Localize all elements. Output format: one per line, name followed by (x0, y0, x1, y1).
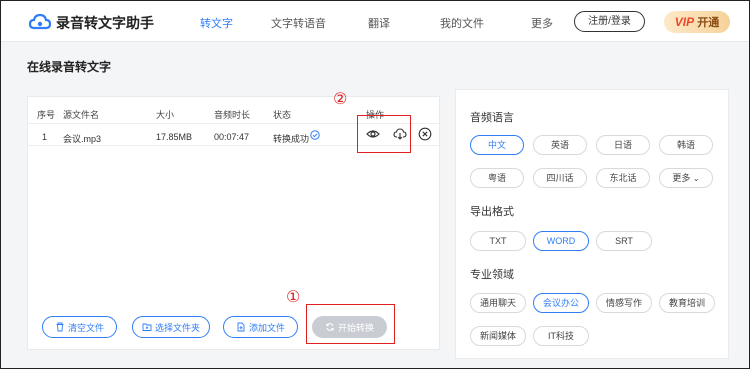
domain-option-writing[interactable]: 情感写作 (596, 293, 652, 313)
lang-more-dropdown[interactable]: 更多 ⌄ (659, 168, 713, 188)
vip-label: 开通 (697, 17, 720, 29)
add-file-icon (237, 322, 245, 332)
row-size: 17.85MB (156, 132, 193, 142)
lang-option-cantonese[interactable]: 粤语 (470, 168, 524, 188)
annotation-box-actions (357, 115, 411, 153)
success-check-icon (310, 130, 320, 140)
annotation-box-start (306, 304, 395, 344)
nav-my-files[interactable]: 我的文件 (440, 15, 484, 31)
domain-option-meeting[interactable]: 会议办公 (533, 293, 589, 313)
audio-language-label: 音频语言 (470, 112, 514, 124)
lang-option-sichuan[interactable]: 四川话 (533, 168, 587, 188)
domain-option-chat[interactable]: 通用聊天 (470, 293, 526, 313)
col-size: 大小 (156, 110, 175, 120)
format-option-txt[interactable]: TXT (470, 231, 526, 251)
lang-option-english[interactable]: 英语 (533, 135, 587, 155)
remove-file-icon[interactable] (418, 127, 432, 141)
format-option-srt[interactable]: SRT (596, 231, 652, 251)
trash-icon (56, 322, 64, 332)
nav-translate[interactable]: 翻译 (368, 15, 390, 31)
domain-label: 专业领域 (470, 269, 514, 281)
lang-option-dongbei[interactable]: 东北话 (596, 168, 650, 188)
vip-prefix: VIP (674, 15, 695, 29)
select-folder-label: 选择文件夹 (154, 322, 200, 333)
nav-tts[interactable]: 文字转语音 (271, 15, 326, 31)
top-header: 录音转文字助手 转文字 文字转语音 翻译 我的文件 更多 注册/登录 VIP 开… (1, 1, 749, 42)
lang-option-japanese[interactable]: 日语 (596, 135, 650, 155)
col-index: 序号 (37, 110, 56, 120)
col-duration: 音频时长 (214, 110, 251, 120)
vip-button[interactable]: VIP 开通 (664, 11, 730, 33)
cloud-logo-icon (29, 13, 51, 30)
app-title: 录音转文字助手 (56, 15, 154, 31)
domain-option-news[interactable]: 新闻媒体 (470, 326, 526, 346)
domain-option-it[interactable]: IT科技 (533, 326, 589, 346)
lang-more-label: 更多 (672, 173, 691, 183)
nav-transcribe[interactable]: 转文字 (200, 15, 233, 31)
lang-option-chinese[interactable]: 中文 (470, 135, 524, 155)
folder-icon (142, 323, 152, 331)
format-option-word[interactable]: WORD (533, 231, 589, 251)
select-folder-button[interactable]: 选择文件夹 (132, 316, 210, 338)
annotation-number-2: ② (333, 89, 348, 108)
add-file-button[interactable]: 添加文件 (223, 316, 298, 338)
domain-option-education[interactable]: 教育培训 (659, 293, 715, 313)
page-title: 在线录音转文字 (27, 60, 112, 74)
add-file-label: 添加文件 (248, 322, 285, 333)
lang-option-korean[interactable]: 韩语 (659, 135, 713, 155)
col-status: 状态 (273, 110, 292, 120)
row-status: 转换成功 (273, 134, 310, 144)
settings-panel: 音频语言 中文 英语 日语 韩语 粤语 四川话 东北话 更多 ⌄ 导出格式 TX… (455, 89, 729, 359)
row-index: 1 (42, 132, 48, 142)
export-format-label: 导出格式 (470, 206, 514, 218)
login-button[interactable]: 注册/登录 (574, 11, 645, 32)
clear-files-button[interactable]: 清空文件 (42, 316, 117, 338)
row-duration: 00:07:47 (214, 132, 250, 142)
clear-files-label: 清空文件 (67, 322, 104, 333)
annotation-number-1: ① (286, 287, 301, 306)
nav-more[interactable]: 更多 (531, 15, 553, 31)
col-filename: 源文件名 (63, 110, 100, 120)
chevron-down-icon: ⌄ (692, 174, 700, 183)
row-filename: 会议.mp3 (63, 134, 102, 144)
